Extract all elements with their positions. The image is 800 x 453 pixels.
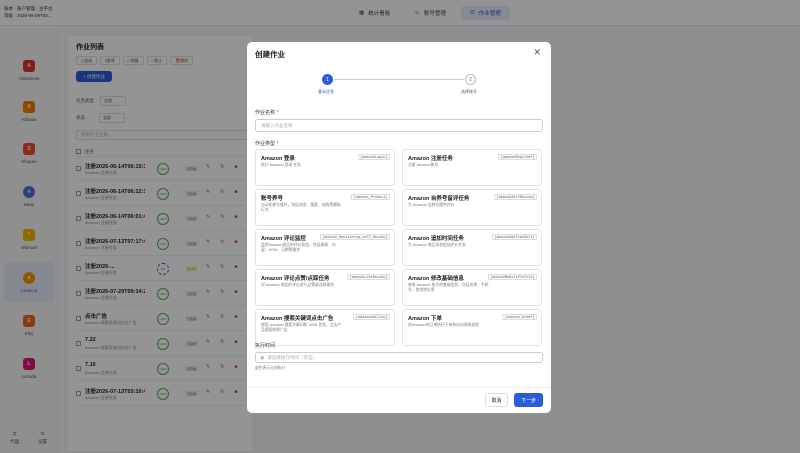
job-type-card[interactable]: 账号养号 [amazon_Product] 自动化养号操作，包括浏览、搜索、加购等模… [255, 189, 395, 226]
job-name-label-text: 作业名称 [255, 110, 276, 116]
step-2-indicator: 2 [465, 74, 476, 85]
job-name-input[interactable]: 请输入作业名称 [255, 119, 543, 132]
job-type-key: [amazon_monitoring_self_Review] [319, 234, 390, 240]
next-step-button[interactable]: 下一步 [514, 393, 543, 407]
job-type-description: 执行 Amazon 登录 任务 [261, 163, 301, 167]
job-type-card[interactable]: Amazon 评论监控 [amazon_monitoring_self_Revie… [255, 229, 395, 266]
calendar-icon: ▣ [260, 354, 265, 360]
job-type-title: Amazon 搜索关键词点击广告 [261, 316, 334, 322]
job-type-key: [amazonAdClick] [353, 314, 390, 320]
required-mark: * [276, 110, 279, 116]
job-type-description: 为 Amazon 商品添加追加评价任务 [408, 243, 466, 247]
job-type-description: 注册 Amazon账号 [408, 163, 439, 167]
job-type-description: 为 Amazon 自养号提供评价 [408, 203, 455, 207]
job-type-description: 监控Amazon商品的评价状态，包括星级、内容、ASIN、日期等操作 [261, 243, 336, 252]
job-type-description: 修改 Amazon 账号的基础信息，包括名称、手机号、收货地址等 [408, 283, 489, 292]
job-type-key: [amazonLikeReview] [347, 274, 390, 280]
job-type-title: Amazon 评论监控 [261, 236, 306, 242]
job-type-key: [amazonLogin] [357, 154, 390, 160]
job-type-card[interactable]: Amazon 下单 [amazon_Order] 在Amazon的订单执行下单和自动… [402, 309, 542, 346]
step-2-label: 选择账号 [461, 89, 477, 94]
job-type-card[interactable]: Amazon 修改基础信息 [amazonModifyProfile] 修改 Ama… [402, 269, 542, 306]
job-type-title: Amazon 追加时间任务 [408, 236, 464, 242]
job-type-title: Amazon 登录 [261, 156, 295, 162]
job-type-card[interactable]: Amazon 登录 [amazonLogin] 执行 Amazon 登录 任务 [255, 149, 395, 186]
job-type-key: [amazonRegister] [498, 154, 537, 160]
step-1-label: 基本信息 [318, 89, 334, 94]
job-type-title: Amazon 评论点赞/点踩任务 [261, 276, 330, 282]
job-type-key: [amazon_Product] [351, 194, 390, 200]
step-connector [334, 79, 464, 80]
job-type-card[interactable]: Amazon 追加时间任务 [amazonAddTimeSelf] 为 Amazon… [402, 229, 542, 266]
job-type-card[interactable]: Amazon 注册任务 [amazonRegister] 注册 Amazon账号 [402, 149, 542, 186]
job-type-title: Amazon 下单 [408, 316, 442, 322]
job-type-key: [amazonSelfReview] [494, 194, 537, 200]
job-type-card[interactable]: Amazon 搜索关键词点击广告 [amazonAdClick] 使用 Amazon… [255, 309, 395, 346]
exec-time-label: 执行时间 [255, 343, 276, 349]
exec-time-hint: 留空表示立即执行 [255, 366, 286, 370]
job-type-key: [amazonAddTimeSelf] [491, 234, 537, 240]
exec-time-placeholder: 请选择执行时间（可选） [267, 354, 317, 360]
job-type-title: 账号养号 [261, 196, 284, 202]
dialog-footer-divider [247, 387, 551, 388]
job-type-key: [amazonModifyProfile] [487, 274, 537, 280]
cancel-button[interactable]: 取消 [485, 393, 508, 407]
exec-time-input[interactable]: ▣ 请选择执行时间（可选） [255, 352, 543, 363]
job-type-card[interactable]: Amazon 评论点赞/点踩任务 [amazonLikeReview] 对 Amaz… [255, 269, 395, 306]
job-type-description: 使用 Amazon 搜索关键词和 ASIN 信息，点击产品搜索结果广告 [261, 323, 342, 332]
job-type-label-text: 作业类型 [255, 141, 276, 147]
job-type-description: 自动化养号操作，包括浏览、搜索、加购等模拟行为 [261, 203, 341, 212]
job-type-title: Amazon 修改基础信息 [408, 276, 464, 282]
job-type-description: 对 Amazon 商品的评论进行点赞或点踩操作 [261, 283, 334, 287]
job-type-card[interactable]: Amazon 自养号留评任务 [amazonSelfReview] 为 Amazon… [402, 189, 542, 226]
job-name-label: 作业名称 * [255, 109, 278, 116]
required-mark: * [276, 141, 279, 147]
job-type-title: Amazon 自养号留评任务 [408, 196, 470, 202]
close-icon[interactable]: ✕ [533, 47, 541, 58]
dialog-title: 创建作业 [255, 50, 285, 59]
job-type-key: [amazon_Order] [502, 314, 537, 320]
job-type-label: 作业类型 * [255, 140, 278, 147]
job-type-title: Amazon 注册任务 [408, 156, 453, 162]
job-type-description: 在Amazon的订单执行下单和自动采购流程 [408, 323, 479, 327]
step-1-indicator: 1 [322, 74, 333, 85]
create-job-dialog: 创建作业 ✕ 1 基本信息 2 选择账号 作业名称 * 请输入作业名称 作业类型… [247, 42, 551, 413]
